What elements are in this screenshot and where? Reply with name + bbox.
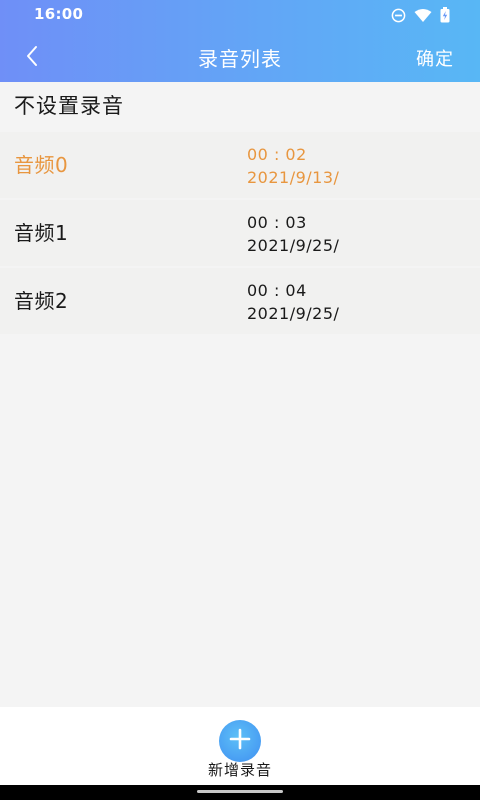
no-record-option[interactable]: 不设置录音 [0,82,480,130]
recording-name: 音频2 [14,289,69,313]
recording-name: 音频1 [14,221,69,245]
recording-list: 音频0 00 : 02 2021/9/13/ 音频1 00 : 03 2021/… [0,132,480,336]
add-recording-label[interactable]: 新增录音 [0,759,480,780]
plus-icon [229,728,251,754]
home-indicator[interactable] [197,790,283,793]
battery-icon [440,7,450,23]
screen: 16:00 录音列表 确定 不设置录音 音频0 00: 02 2021/9/1… [0,0,480,800]
recording-date: 2021/9/25/ [247,236,340,255]
recording-name: 音频0 [14,153,69,177]
confirm-button[interactable]: 确定 [416,45,454,71]
wifi-icon [414,8,432,23]
recording-row-1[interactable]: 音频1 00 : 03 2021/9/25/ [0,200,480,266]
recording-duration: 00 : 03 [247,213,307,232]
recording-date: 2021/9/13/ [247,168,340,187]
recording-date: 2021/9/25/ [247,304,340,323]
recording-meta: 00 : 02 2021/9/13/ [247,143,339,189]
recording-duration: 00 : 04 [247,281,307,300]
recording-meta: 00 : 03 2021/9/25/ [247,211,339,257]
status-icons [391,6,450,24]
page-title: 录音列表 [198,47,282,71]
header: 16:00 录音列表 确定 [0,0,480,82]
recording-duration: 00 : 02 [247,145,307,164]
recording-row-2[interactable]: 音频2 00 : 04 2021/9/25/ [0,268,480,334]
recording-row-0[interactable]: 音频0 00 : 02 2021/9/13/ [0,132,480,198]
bottom-bar: 新增录音 [0,707,480,785]
do-not-disturb-icon [391,8,406,23]
status-time: 16:00 [34,5,84,23]
add-recording-button[interactable] [219,720,261,762]
system-nav-bar [0,785,480,800]
recording-meta: 00 : 04 2021/9/25/ [247,279,339,325]
